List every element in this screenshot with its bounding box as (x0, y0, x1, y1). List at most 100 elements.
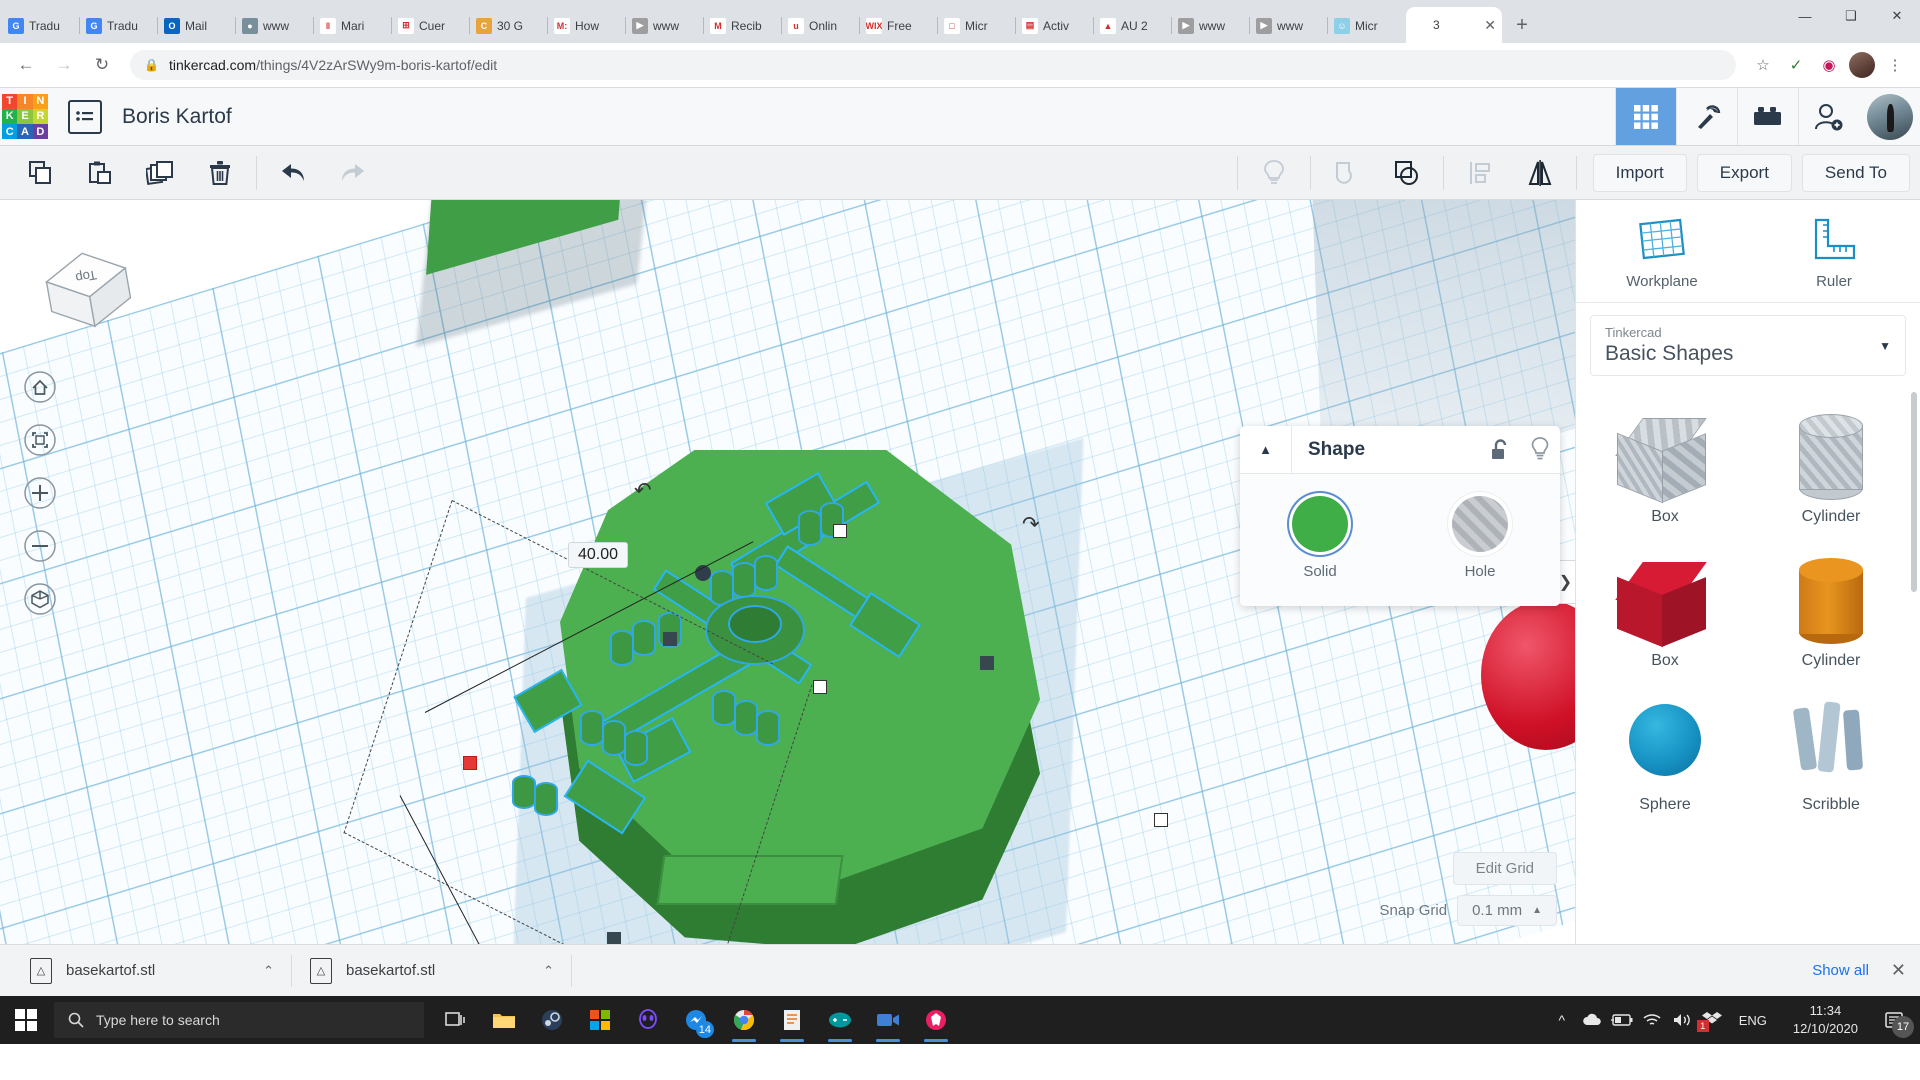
arduino-icon[interactable] (816, 996, 864, 1044)
close-icon[interactable]: ✕ (1484, 18, 1496, 32)
duplicate-icon[interactable] (130, 151, 190, 195)
grid-view-icon[interactable] (1615, 88, 1676, 145)
resize-handle[interactable] (607, 932, 621, 944)
dimension-label-width[interactable]: 40.00 (568, 542, 628, 568)
chrome-menu-icon[interactable]: ⋮ (1880, 50, 1910, 80)
mirror-icon[interactable] (1510, 151, 1570, 195)
zoom-out-icon[interactable] (23, 529, 57, 568)
browser-tab[interactable]: MRecib (704, 8, 782, 43)
browser-tab[interactable]: GTradu (2, 8, 80, 43)
zoom-in-icon[interactable] (23, 476, 57, 515)
edit-grid-button[interactable]: Edit Grid (1453, 852, 1557, 885)
rotate-handle[interactable]: ↶ (634, 478, 652, 503)
alienware-icon[interactable] (624, 996, 672, 1044)
paste-icon[interactable] (70, 151, 130, 195)
window-close-button[interactable]: ✕ (1874, 0, 1920, 32)
profile-avatar[interactable] (1847, 50, 1877, 80)
wifi-icon[interactable] (1637, 996, 1667, 1044)
resize-handle[interactable] (1154, 813, 1168, 827)
browser-tab[interactable]: ▶www (1250, 8, 1328, 43)
taskbar-search-input[interactable]: Type here to search (54, 1002, 424, 1038)
volume-icon[interactable] (1667, 996, 1697, 1044)
chevron-up-icon[interactable]: ⌃ (263, 963, 274, 979)
download-item[interactable]: △ basekartof.stl ⌃ (292, 953, 572, 989)
copy-icon[interactable] (10, 151, 70, 195)
rotate-handle[interactable]: ↷ (1022, 512, 1040, 537)
microsoft-store-icon[interactable] (576, 996, 624, 1044)
align-icon[interactable] (1450, 151, 1510, 195)
list-menu-icon[interactable] (68, 100, 102, 134)
solid-color-swatch[interactable] (1292, 496, 1348, 552)
minimize-button[interactable]: — (1782, 0, 1828, 32)
workplane-tool[interactable]: Workplane (1576, 214, 1748, 290)
shape-item-cylinder-hole[interactable]: Cylinder (1748, 394, 1914, 538)
browser-tab[interactable]: ‖Mari (314, 8, 392, 43)
file-explorer-icon[interactable] (480, 996, 528, 1044)
ungroup-icon[interactable] (1377, 151, 1437, 195)
browser-tab[interactable]: uOnlin (782, 8, 860, 43)
avatar[interactable] (1859, 88, 1920, 145)
forward-button[interactable]: → (48, 49, 80, 81)
chevron-up-icon[interactable]: ⌃ (543, 963, 554, 979)
resize-handle[interactable] (663, 632, 677, 646)
onedrive-icon[interactable] (1577, 996, 1607, 1044)
browser-tab[interactable]: □Micr (938, 8, 1016, 43)
pickaxe-icon[interactable] (1676, 88, 1737, 145)
resize-handle[interactable] (813, 680, 827, 694)
group-icon[interactable] (1317, 151, 1377, 195)
resize-handle[interactable] (980, 656, 994, 670)
steam-icon[interactable] (528, 996, 576, 1044)
view-cube[interactable]: Top (30, 235, 145, 340)
shape-item-cylinder-orange[interactable]: Cylinder (1748, 538, 1914, 682)
bookmark-star-icon[interactable]: ☆ (1748, 50, 1778, 80)
browser-tab[interactable]: ●www (236, 8, 314, 43)
browser-tab[interactable]: ▶www (626, 8, 704, 43)
collapse-triangle-icon[interactable]: ▲ (1240, 426, 1292, 473)
show-hidden-icons-chevron[interactable]: ^ (1547, 996, 1577, 1044)
maximize-button[interactable]: ❑ (1828, 0, 1874, 32)
browser-tab[interactable]: ▲AU 2 (1094, 8, 1172, 43)
task-view-icon[interactable] (432, 996, 480, 1044)
video-call-icon[interactable] (864, 996, 912, 1044)
undo-icon[interactable] (263, 151, 323, 195)
browser-tab[interactable]: WIXFree (860, 8, 938, 43)
new-tab-button[interactable]: + (1508, 11, 1536, 39)
perspective-view-icon[interactable] (23, 582, 57, 621)
unlock-icon[interactable] (1480, 438, 1520, 462)
redo-icon[interactable] (323, 151, 383, 195)
light-bulb-icon[interactable] (1244, 151, 1304, 195)
shape-item-sphere[interactable]: Sphere (1582, 682, 1748, 826)
show-all-downloads-link[interactable]: Show all (1812, 962, 1869, 979)
browser-tab[interactable]: M:How (548, 8, 626, 43)
back-button[interactable]: ← (10, 49, 42, 81)
battery-icon[interactable] (1607, 996, 1637, 1044)
extension-check-icon[interactable]: ✓ (1781, 50, 1811, 80)
ruler-tool[interactable]: Ruler (1748, 214, 1920, 290)
solid-option[interactable]: Solid (1292, 496, 1348, 580)
language-indicator[interactable]: ENG (1727, 1013, 1779, 1028)
brave-icon[interactable] (912, 996, 960, 1044)
shape-item-scribble[interactable]: Scribble (1748, 682, 1914, 826)
shape-item-box-red[interactable]: Box (1582, 538, 1748, 682)
notification-icon[interactable]: 17 (1872, 996, 1916, 1044)
hole-swatch[interactable] (1452, 496, 1508, 552)
dropbox-icon[interactable]: 1 (1697, 996, 1727, 1044)
address-input[interactable]: 🔒 tinkercad.com/things/4V2zArSWy9m-boris… (130, 50, 1736, 80)
delete-icon[interactable] (190, 151, 250, 195)
decagon-base-model[interactable] (480, 400, 1120, 944)
browser-tab-active[interactable]: 3 ✕ (1406, 7, 1502, 43)
lego-brick-icon[interactable] (1737, 88, 1798, 145)
taskbar-clock[interactable]: 11:34 12/10/2020 (1779, 1002, 1872, 1037)
browser-tab[interactable]: C30 G (470, 8, 548, 43)
fit-view-icon[interactable] (23, 423, 57, 462)
export-button[interactable]: Export (1697, 154, 1792, 192)
add-person-icon[interactable] (1798, 88, 1859, 145)
extension-puzzle-icon[interactable]: ◉ (1814, 50, 1844, 80)
reload-button[interactable]: ↻ (86, 49, 118, 81)
browser-tab[interactable]: ⊞Cuer (392, 8, 470, 43)
browser-tab[interactable]: GTradu (80, 8, 158, 43)
home-view-icon[interactable] (23, 370, 57, 409)
chrome-icon[interactable] (720, 996, 768, 1044)
close-icon[interactable]: ✕ (1891, 960, 1906, 981)
windows-start-icon[interactable] (0, 996, 52, 1044)
